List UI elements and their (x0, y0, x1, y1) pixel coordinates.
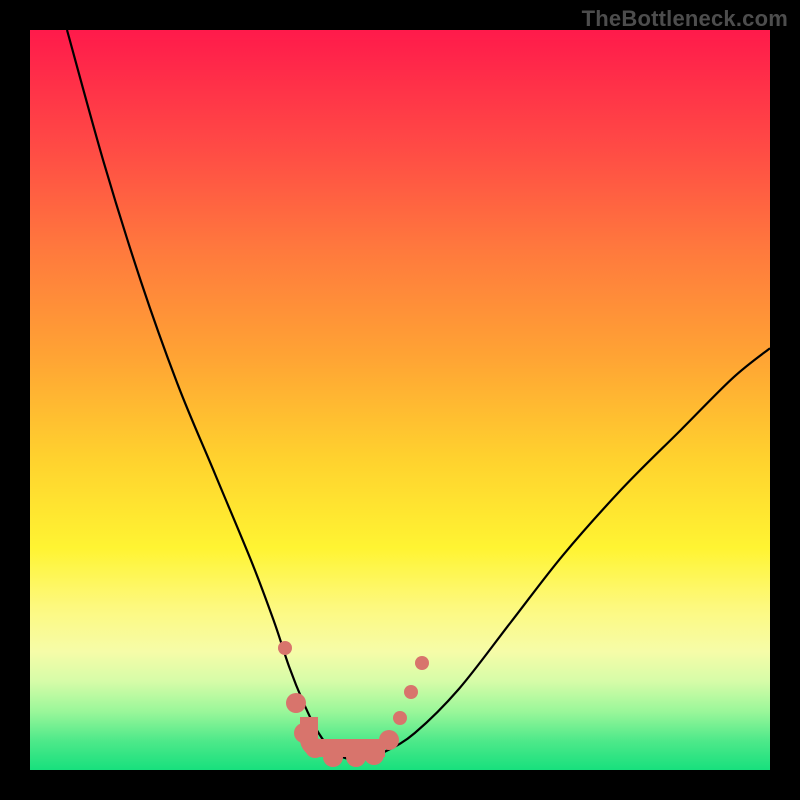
plot-area (30, 30, 770, 770)
chart-frame: TheBottleneck.com (0, 0, 800, 800)
watermark-text: TheBottleneck.com (582, 6, 788, 32)
curve-marker (415, 656, 429, 670)
valley-band (300, 717, 385, 757)
bottleneck-curve (30, 30, 770, 770)
